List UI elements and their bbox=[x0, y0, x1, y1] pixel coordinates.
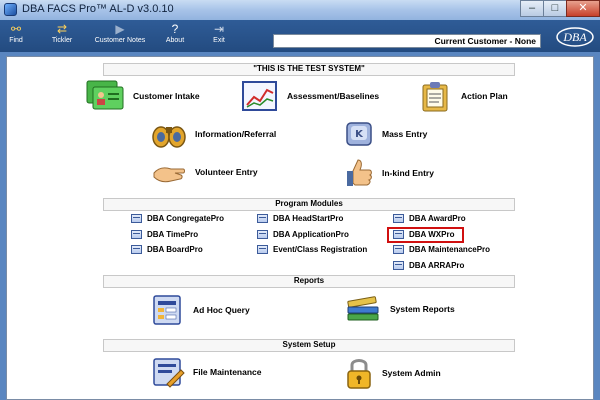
tickler-icon: ⇄ bbox=[56, 22, 68, 36]
module-icon bbox=[393, 261, 404, 270]
maximize-button[interactable]: □ bbox=[543, 0, 567, 17]
module-arrapro[interactable]: DBA ARRAPro bbox=[393, 261, 464, 270]
information-referral-tile[interactable]: Information/Referral bbox=[151, 119, 276, 149]
module-label: DBA HeadStartPro bbox=[273, 214, 344, 223]
file-maintenance-tile[interactable]: File Maintenance bbox=[151, 355, 262, 389]
notes-icon: ▶ bbox=[115, 22, 125, 36]
exit-icon: ⇥ bbox=[213, 22, 225, 36]
module-icon bbox=[393, 245, 404, 254]
module-event-class-registration[interactable]: Event/Class Registration bbox=[257, 245, 367, 254]
books-icon bbox=[347, 296, 379, 321]
system-reports-label: System Reports bbox=[390, 304, 455, 314]
system-admin-label: System Admin bbox=[382, 368, 441, 378]
test-system-banner: "THIS IS THE TEST SYSTEM" bbox=[103, 63, 515, 76]
dba-logo: DBA bbox=[556, 27, 594, 47]
window-titlebar: DBA FACS Pro™ AL-D v3.0.10 – □ ✕ bbox=[0, 0, 600, 20]
system-setup-header: System Setup bbox=[103, 339, 515, 352]
module-congregatepro[interactable]: DBA CongregatePro bbox=[131, 214, 224, 223]
clipboard-icon bbox=[422, 82, 448, 112]
module-icon bbox=[257, 245, 268, 254]
close-button[interactable]: ✕ bbox=[566, 0, 600, 17]
module-timepro[interactable]: DBA TimePro bbox=[131, 230, 198, 239]
customer-notes-label: Customer Notes bbox=[94, 37, 146, 44]
module-label: DBA MaintenancePro bbox=[409, 245, 491, 254]
module-icon bbox=[393, 214, 404, 223]
exit-button[interactable]: ⇥ Exit bbox=[206, 21, 232, 44]
binoculars-icon: ⚯ bbox=[10, 22, 22, 36]
assessment-baselines-tile[interactable]: Assessment/Baselines bbox=[241, 79, 379, 113]
app-icon bbox=[4, 3, 17, 16]
in-kind-entry-tile[interactable]: In-kind Entry bbox=[344, 157, 434, 189]
module-label: DBA AwardPro bbox=[409, 214, 466, 223]
file-maintenance-icon bbox=[153, 358, 185, 388]
module-label: DBA ApplicationPro bbox=[273, 230, 349, 239]
program-modules-header: Program Modules bbox=[103, 198, 515, 211]
assessment-baselines-label: Assessment/Baselines bbox=[287, 91, 380, 101]
keyboard-key-icon: K bbox=[346, 122, 372, 146]
hand-icon bbox=[153, 167, 185, 183]
about-button[interactable]: ? About bbox=[160, 21, 190, 44]
about-label: About bbox=[165, 37, 185, 44]
minimize-button[interactable]: – bbox=[520, 0, 544, 17]
module-maintenancepro[interactable]: DBA MaintenancePro bbox=[393, 245, 490, 254]
module-icon bbox=[131, 245, 142, 254]
module-headstartpro[interactable]: DBA HeadStartPro bbox=[257, 214, 343, 223]
exit-label: Exit bbox=[213, 37, 225, 44]
assessment-chart-icon bbox=[242, 81, 277, 111]
mass-entry-tile[interactable]: K Mass Entry bbox=[344, 119, 427, 149]
customer-intake-tile[interactable]: Customer Intake bbox=[85, 79, 200, 113]
wxpro-highlight-box bbox=[387, 227, 464, 243]
volunteer-entry-tile[interactable]: Volunteer Entry bbox=[151, 157, 258, 187]
query-icon bbox=[153, 295, 181, 325]
module-boardpro[interactable]: DBA BoardPro bbox=[131, 245, 203, 254]
volunteer-entry-label: Volunteer Entry bbox=[195, 167, 258, 177]
module-icon bbox=[257, 214, 268, 223]
customer-intake-label: Customer Intake bbox=[133, 91, 200, 101]
system-reports-tile[interactable]: System Reports bbox=[344, 293, 455, 325]
help-icon: ? bbox=[171, 22, 179, 36]
in-kind-entry-label: In-kind Entry bbox=[382, 168, 434, 178]
module-label: DBA ARRAPro bbox=[409, 261, 465, 270]
module-icon bbox=[257, 230, 268, 239]
mass-entry-label: Mass Entry bbox=[382, 129, 428, 139]
module-label: Event/Class Registration bbox=[273, 245, 368, 254]
file-maintenance-label: File Maintenance bbox=[193, 367, 262, 377]
thumbs-up-icon bbox=[347, 159, 372, 186]
main-panel: "THIS IS THE TEST SYSTEM" Customer Intak… bbox=[6, 56, 594, 400]
module-awardpro[interactable]: DBA AwardPro bbox=[393, 214, 466, 223]
information-referral-label: Information/Referral bbox=[195, 129, 277, 139]
ad-hoc-query-tile[interactable]: Ad Hoc Query bbox=[151, 293, 250, 327]
customer-notes-button[interactable]: ▶ Customer Notes bbox=[90, 21, 150, 44]
system-admin-tile[interactable]: System Admin bbox=[344, 355, 441, 391]
padlock-icon bbox=[347, 359, 371, 389]
find-button[interactable]: ⚯ Find bbox=[2, 21, 30, 44]
action-plan-tile[interactable]: Action Plan bbox=[419, 79, 508, 113]
module-label: DBA TimePro bbox=[147, 230, 199, 239]
ad-hoc-query-label: Ad Hoc Query bbox=[193, 305, 250, 315]
module-icon bbox=[131, 214, 142, 223]
module-label: DBA CongregatePro bbox=[147, 214, 225, 223]
tickler-label: Tickler bbox=[51, 37, 73, 44]
window-title: DBA FACS Pro™ AL-D v3.0.10 bbox=[22, 3, 174, 15]
current-customer-field: Current Customer - None bbox=[273, 34, 541, 48]
action-plan-label: Action Plan bbox=[461, 91, 508, 101]
module-applicationpro[interactable]: DBA ApplicationPro bbox=[257, 230, 349, 239]
find-label: Find bbox=[9, 37, 23, 44]
customer-intake-icon bbox=[86, 80, 124, 110]
svg-text:K: K bbox=[355, 129, 364, 140]
reports-header: Reports bbox=[103, 275, 515, 288]
module-icon bbox=[131, 230, 142, 239]
binoculars-icon bbox=[152, 126, 186, 148]
tickler-button[interactable]: ⇄ Tickler bbox=[46, 21, 78, 44]
svg-text:DBA: DBA bbox=[562, 30, 587, 44]
module-label: DBA BoardPro bbox=[147, 245, 203, 254]
